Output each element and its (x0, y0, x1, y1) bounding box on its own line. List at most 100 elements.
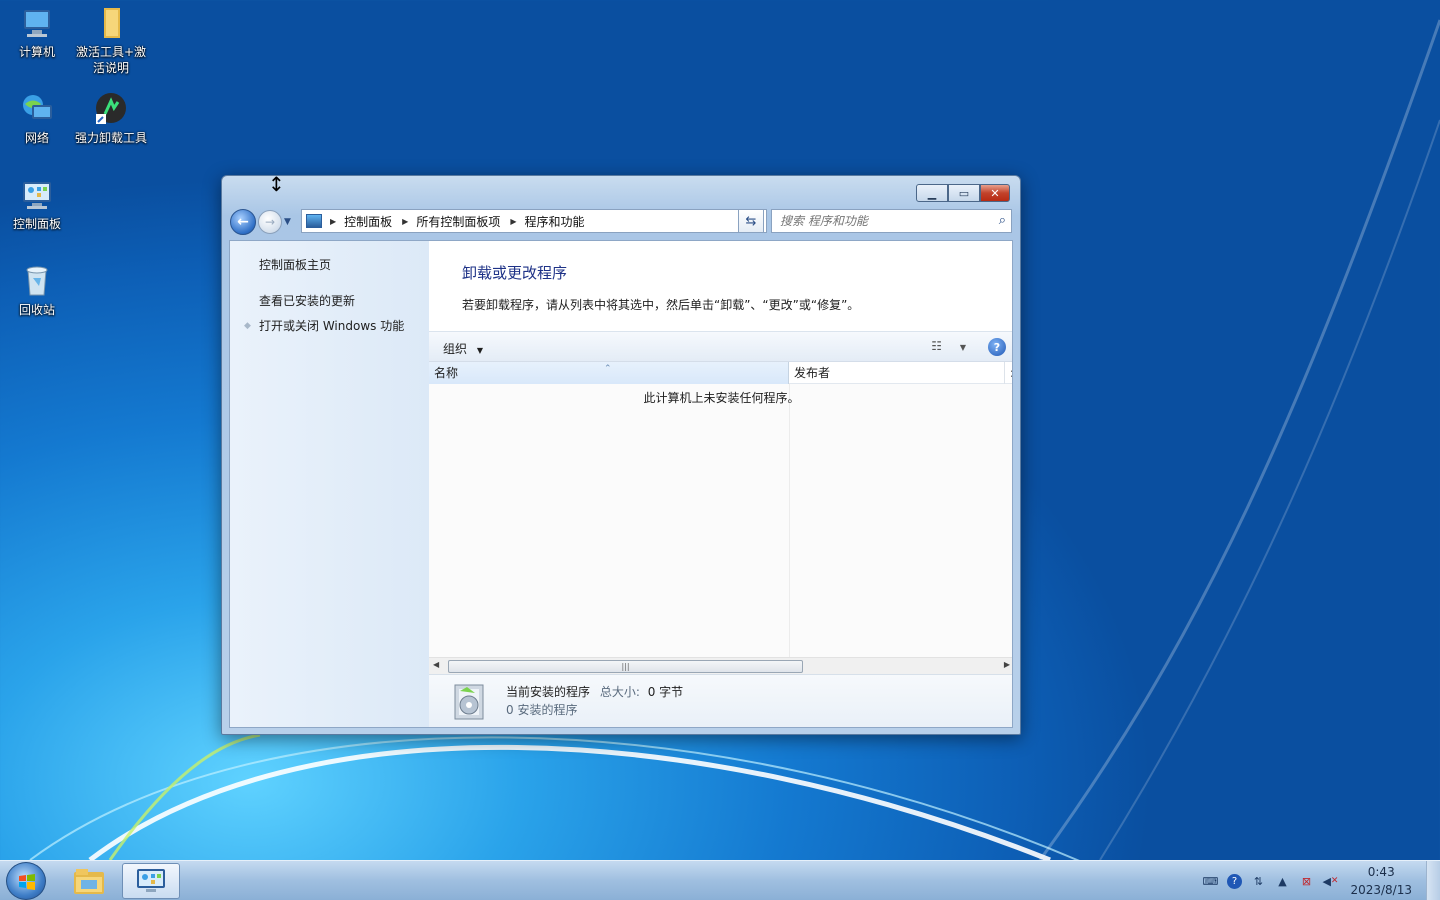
desktop-icon-label: 激活工具+激活说明 (75, 45, 147, 75)
breadcrumb-separator-icon[interactable]: ▶ (330, 217, 336, 226)
column-divider (789, 384, 790, 657)
desktop-icon-activation-folder[interactable]: 激活工具+激活说明 (74, 6, 148, 76)
command-bar: 组织 ▼ ☷ ▼ ? (429, 331, 1012, 362)
navigation-bar: ← → ▼ ▶ 控制面板 ▶ 所有控制面板项 ▶ 程序和功能 ▼ ⇆ ⌕ (230, 208, 1012, 236)
search-box: ⌕ (771, 209, 1012, 233)
desktop-icon-uninstaller[interactable]: 强力卸载工具 (74, 92, 148, 146)
keyboard-icon[interactable]: ⌨ (1200, 871, 1220, 891)
windows-logo-icon (19, 874, 35, 890)
minimize-icon: ▁ (927, 186, 937, 200)
horizontal-scrollbar[interactable]: ◀ ||| ▶ (429, 657, 1012, 674)
maximize-button[interactable]: ▭ (948, 184, 980, 202)
breadcrumb-separator-icon[interactable]: ▶ (402, 217, 408, 226)
maximize-icon: ▭ (958, 186, 970, 200)
back-arrow-icon: ← (237, 214, 249, 230)
column-header-name[interactable]: ⌃ 名称 (429, 362, 789, 384)
column-publisher-label: 发布者 (794, 366, 831, 380)
show-desktop-button[interactable] (1426, 861, 1440, 900)
clock-time: 0:43 (1367, 865, 1395, 879)
programs-and-features-window: ▁ ▭ ✕ ← → ▼ ▶ 控制面板 ▶ 所有控制面板项 ▶ 程序和功能 ▼ ⇆… (221, 175, 1021, 735)
control-panel-icon (137, 869, 165, 892)
desktop-icon-label: 网络 (24, 131, 49, 145)
forward-arrow-icon: → (264, 215, 276, 229)
start-button[interactable] (6, 862, 46, 900)
close-icon: ✕ (990, 186, 1000, 200)
breadcrumb-separator-icon[interactable]: ▶ (510, 217, 516, 226)
installed-programs-title: 当前安装的程序 (506, 685, 591, 699)
control-panel-small-icon (306, 214, 322, 228)
help-button[interactable]: ? (988, 338, 1006, 356)
main-pane: 卸载或更改程序 若要卸载程序，请从列表中将其选中，然后单击“卸载”、“更改”或“… (429, 241, 1012, 727)
forward-button[interactable]: → (258, 210, 282, 234)
total-size-value: 0 字节 (647, 685, 684, 699)
page-description: 若要卸载程序，请从列表中将其选中，然后单击“卸载”、“更改”或“修复”。 (462, 298, 860, 312)
network-status-icon[interactable]: ⊠ (1296, 871, 1316, 891)
breadcrumb-programs-features[interactable]: 程序和功能 (525, 213, 585, 230)
desktop-icon-network[interactable]: 网络 (0, 92, 74, 146)
scrollbar-thumb[interactable]: ||| (448, 660, 803, 673)
resize-cursor-icon: ↕ (268, 172, 285, 196)
installed-programs-count: 0 安装的程序 (506, 703, 578, 717)
breadcrumb: ▶ 控制面板 ▶ 所有控制面板项 ▶ 程序和功能 (328, 213, 585, 230)
uninstaller-icon (94, 92, 128, 126)
window-content: 控制面板主页 查看已安装的更新 ◆ 打开或关闭 Windows 功能 卸载或更改… (229, 240, 1013, 728)
language-icon[interactable]: ⇅ (1248, 871, 1268, 891)
column-header-publisher[interactable]: 发布者 (789, 362, 1005, 384)
view-installed-updates-link[interactable]: 查看已安装的更新 (259, 292, 355, 309)
desktop-icon-label: 回收站 (18, 303, 55, 317)
help-icon: ? (993, 340, 1001, 354)
chevron-down-icon: ▼ (476, 346, 483, 355)
organize-label: 组织 (443, 342, 468, 356)
change-view-button[interactable]: ☷ ▼ (931, 339, 966, 353)
list-header: ⌃ 名称 发布者 : (429, 362, 1012, 384)
desktop-icon-label: 计算机 (18, 45, 55, 59)
installed-programs-summary: 当前安装的程序 总大小: 0 字节 (506, 683, 683, 700)
clock[interactable]: 0:43 2023/8/13 (1350, 863, 1412, 899)
column-header-overflow[interactable]: : (1005, 362, 1012, 384)
search-icon[interactable]: ⌕ (999, 213, 1006, 228)
address-bar[interactable]: ▶ 控制面板 ▶ 所有控制面板项 ▶ 程序和功能 ▼ (301, 209, 767, 233)
empty-list-message: 此计算机上未安装任何程序。 (643, 391, 800, 405)
notification-area: ⌨ ? ⇅ ▲ ⊠ ◀ ✕ 0:43 2023/8/13 (1198, 861, 1440, 900)
help-icon[interactable]: ? (1224, 871, 1244, 891)
recycle-bin-icon (20, 264, 54, 298)
taskbar-explorer-button[interactable] (60, 863, 118, 899)
show-hidden-icons-icon[interactable]: ▲ (1272, 871, 1292, 891)
minimize-button[interactable]: ▁ (916, 184, 948, 202)
recent-pages-dropdown[interactable]: ▼ (284, 217, 294, 227)
refresh-button[interactable]: ⇆ (738, 209, 764, 233)
taskbar-control-panel-button[interactable] (122, 863, 180, 899)
page-title: 卸载或更改程序 (462, 264, 568, 282)
organize-button[interactable]: 组织 ▼ (443, 340, 483, 357)
chevron-down-icon: ▼ (959, 343, 966, 352)
breadcrumb-all-items[interactable]: 所有控制面板项 (416, 213, 500, 230)
explorer-icon (74, 869, 104, 894)
task-pane: 控制面板主页 查看已安装的更新 ◆ 打开或关闭 Windows 功能 (230, 241, 429, 727)
control-panel-home-link[interactable]: 控制面板主页 (259, 256, 331, 273)
details-pane: 当前安装的程序 总大小: 0 字节 0 安装的程序 (429, 674, 1012, 727)
computer-icon (20, 6, 54, 40)
folder-icon (94, 6, 128, 40)
search-input[interactable] (780, 214, 985, 228)
refresh-icon: ⇆ (745, 213, 757, 229)
network-icon (20, 92, 54, 126)
desktop-icon-computer[interactable]: 计算机 (0, 6, 74, 60)
desktop-icon-recycle-bin[interactable]: 回收站 (0, 264, 74, 318)
window-controls: ▁ ▭ ✕ (916, 184, 1010, 202)
scroll-left-icon[interactable]: ◀ (433, 660, 439, 669)
scroll-right-icon[interactable]: ▶ (1004, 660, 1010, 669)
clock-date: 2023/8/13 (1350, 883, 1412, 897)
desktop-icon-control-panel[interactable]: 控制面板 (0, 178, 74, 232)
program-list[interactable]: 此计算机上未安装任何程序。 (429, 384, 1012, 657)
total-size-label: 总大小: (599, 685, 640, 699)
control-panel-icon (20, 178, 54, 212)
column-name-label: 名称 (434, 366, 459, 380)
windows-features-link[interactable]: 打开或关闭 Windows 功能 (259, 317, 404, 334)
installed-programs-icon (449, 681, 489, 723)
shield-icon: ◆ (244, 321, 251, 331)
taskbar: ⌨ ? ⇅ ▲ ⊠ ◀ ✕ 0:43 2023/8/13 (0, 860, 1440, 900)
breadcrumb-control-panel[interactable]: 控制面板 (344, 213, 392, 230)
volume-muted-icon[interactable]: ◀ ✕ (1320, 871, 1340, 891)
close-button[interactable]: ✕ (980, 184, 1010, 202)
back-button[interactable]: ← (230, 209, 256, 235)
